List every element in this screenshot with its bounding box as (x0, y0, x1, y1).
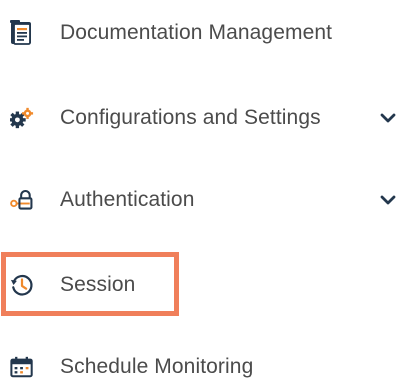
gears-icon (10, 106, 34, 130)
clock-history-icon (10, 273, 34, 297)
menu-item-label: Session (60, 273, 136, 296)
sidebar-menu: Documentation Management Configurations … (0, 0, 407, 383)
chevron-down-icon[interactable] (379, 109, 397, 127)
menu-item-label: Authentication (60, 188, 195, 211)
menu-item-label: Schedule Monitoring (60, 355, 254, 378)
menu-item-session[interactable]: Session (0, 260, 407, 310)
menu-item-label: Documentation Management (60, 21, 333, 44)
menu-item-label: Configurations and Settings (60, 106, 321, 129)
menu-item-documentation-management[interactable]: Documentation Management (0, 8, 407, 58)
menu-item-schedule-monitoring[interactable]: Schedule Monitoring (0, 342, 407, 383)
menu-item-configurations-and-settings[interactable]: Configurations and Settings (0, 93, 407, 143)
calendar-icon (10, 355, 34, 379)
chevron-down-icon[interactable] (379, 191, 397, 209)
menu-item-authentication[interactable]: Authentication (0, 175, 407, 225)
document-management-icon (10, 20, 34, 45)
key-lock-icon (10, 188, 34, 212)
